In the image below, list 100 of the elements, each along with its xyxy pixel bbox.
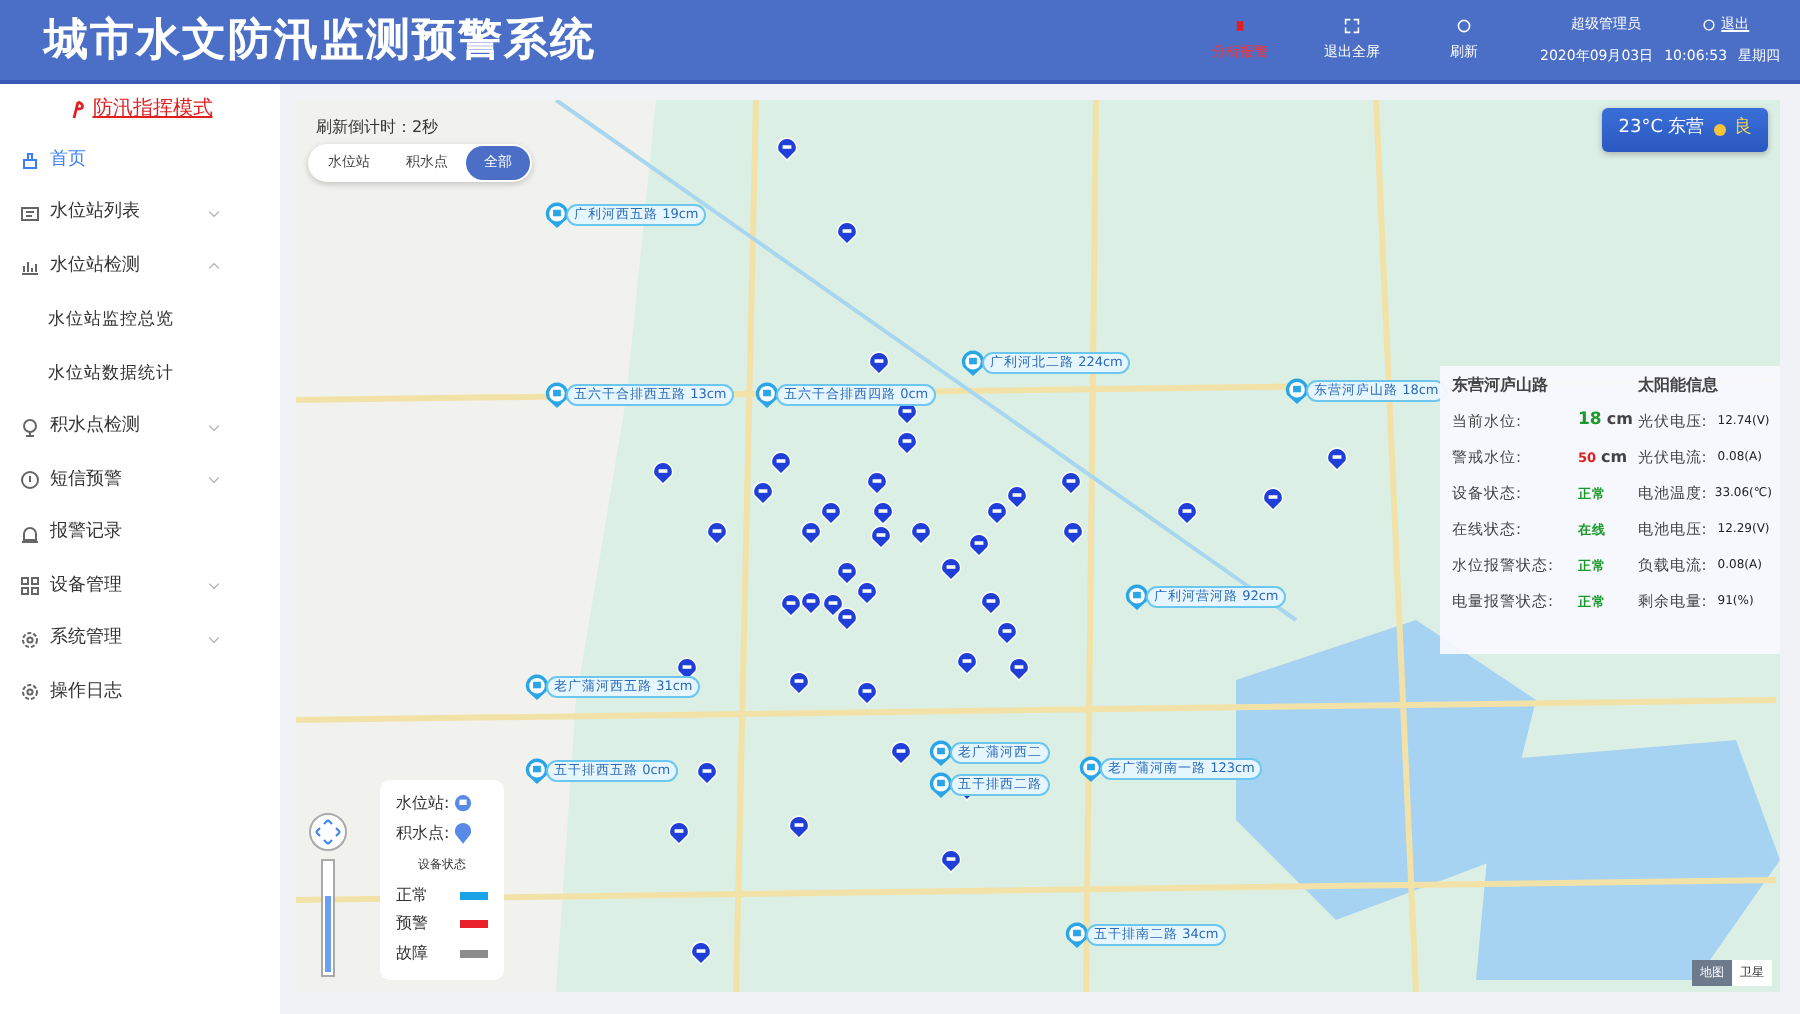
water-point-pin-icon — [890, 740, 912, 766]
water-point-pin-icon — [940, 848, 962, 874]
station-marker-icon — [454, 793, 473, 815]
list-icon — [20, 203, 40, 224]
station-pin-icon — [960, 348, 986, 378]
sun-icon — [1709, 119, 1729, 140]
water-point-pin-icon — [1006, 484, 1028, 510]
water-point-pin-icon — [1176, 500, 1198, 526]
chevron-icon — [208, 207, 220, 220]
station-pin-icon — [544, 380, 570, 410]
station-pin-icon — [524, 756, 550, 786]
station-pin-icon — [544, 200, 570, 230]
siren-icon — [20, 523, 40, 544]
menu-item[interactable]: 水位站检测 — [0, 240, 280, 293]
station-name: 东营河庐山路 — [1452, 374, 1550, 398]
water-point-pin-icon — [980, 590, 1002, 616]
water-point-pin-icon — [752, 480, 774, 506]
menu-item[interactable]: 短信预警 — [0, 454, 280, 507]
water-point-pin-icon — [788, 814, 810, 840]
water-point-marker-icon — [454, 822, 473, 844]
chevron-icon — [208, 260, 220, 273]
legend-label: 预警 — [396, 912, 428, 936]
flag-icon — [67, 99, 88, 119]
water-point-pin-icon — [652, 460, 674, 486]
station-pin-icon — [1284, 376, 1310, 406]
water-point-pin-icon — [800, 590, 822, 616]
water-point-pin-icon — [836, 606, 858, 632]
bar-chart-icon — [20, 256, 40, 277]
weather-badge: 23°C 东营 良 — [1602, 108, 1768, 151]
fullscreen-icon — [1344, 18, 1360, 35]
water-point-pin-icon — [820, 500, 842, 526]
reading-value: 18 cm — [1578, 408, 1633, 434]
submenu-item[interactable]: 水位站数据统计 — [0, 347, 280, 401]
water-point-pin-icon — [690, 940, 712, 966]
solar-title: 太阳能信息 — [1637, 374, 1720, 398]
water-point-pin-icon — [836, 220, 858, 246]
chevron-icon — [208, 580, 220, 593]
camera-icon — [20, 417, 40, 438]
menu-item[interactable]: 设备管理 — [0, 560, 280, 613]
menu-item[interactable]: 积水点检测 — [0, 401, 280, 454]
station-pin-icon — [928, 738, 954, 768]
message-icon — [20, 470, 40, 491]
legend-label: 积水点: — [396, 821, 450, 845]
chevron-icon — [208, 474, 220, 487]
water-point-pin-icon — [856, 580, 878, 606]
water-point-pin-icon — [968, 532, 990, 558]
menu-item[interactable]: 首页 — [0, 134, 280, 187]
countdown-text: 刷新倒计时：2秒 — [316, 116, 439, 140]
legend-label: 水位站: — [396, 792, 450, 816]
chevron-icon — [208, 421, 220, 434]
grid-icon — [20, 576, 40, 597]
water-point-pin-icon — [866, 470, 888, 496]
station-pin-icon — [928, 770, 954, 800]
water-point-pin-icon — [856, 680, 878, 706]
water-point-pin-icon — [822, 592, 844, 618]
water-point-pin-icon — [770, 450, 792, 476]
water-point-pin-icon — [706, 520, 728, 546]
home-icon — [20, 150, 40, 171]
water-point-pin-icon — [868, 350, 890, 376]
water-point-pin-icon — [836, 560, 858, 586]
station-pin-icon — [1124, 582, 1150, 612]
submenu-item[interactable]: 水位站监控总览 — [0, 293, 280, 347]
legend-label: 正常 — [396, 883, 428, 907]
water-point-pin-icon — [780, 592, 802, 618]
menu-item[interactable]: 系统管理 — [0, 613, 280, 666]
water-point-pin-icon — [940, 556, 962, 582]
water-point-pin-icon — [696, 760, 718, 786]
station-pin-icon — [1078, 754, 1104, 784]
menu-item[interactable]: 操作日志 — [0, 666, 280, 719]
app-title: 城市水文防汛监测预警系统 — [44, 13, 596, 69]
alarm-light-icon — [1232, 18, 1248, 35]
water-point-pin-icon — [870, 524, 892, 550]
water-point-pin-icon — [1262, 486, 1284, 512]
water-point-pin-icon — [956, 650, 978, 676]
water-point-pin-icon — [1060, 470, 1082, 496]
menu-item[interactable]: 水位站列表 — [0, 187, 280, 240]
legend-label: 故障 — [396, 941, 428, 965]
chevron-icon — [208, 633, 220, 646]
settings-icon — [20, 629, 40, 650]
water-point-pin-icon — [1326, 446, 1348, 472]
water-point-pin-icon — [668, 820, 690, 846]
logout-icon — [1702, 17, 1717, 32]
water-point-pin-icon — [1062, 520, 1084, 546]
water-point-pin-icon — [872, 500, 894, 526]
water-point-pin-icon — [776, 136, 798, 162]
menu-item[interactable]: 报警记录 — [0, 507, 280, 560]
station-pin-icon — [1064, 920, 1090, 950]
station-pin-icon — [524, 672, 550, 702]
water-point-pin-icon — [910, 520, 932, 546]
station-pin-icon — [754, 380, 780, 410]
refresh-icon — [1456, 18, 1472, 35]
settings-icon — [20, 682, 40, 703]
water-point-pin-icon — [800, 520, 822, 546]
mode-link[interactable]: 防汛指挥模式 — [92, 94, 213, 124]
water-point-pin-icon — [986, 500, 1008, 526]
water-point-pin-icon — [1008, 656, 1030, 682]
zoom-control[interactable] — [304, 812, 352, 980]
water-point-pin-icon — [996, 620, 1018, 646]
water-point-pin-icon — [896, 430, 918, 456]
water-point-pin-icon — [788, 670, 810, 696]
